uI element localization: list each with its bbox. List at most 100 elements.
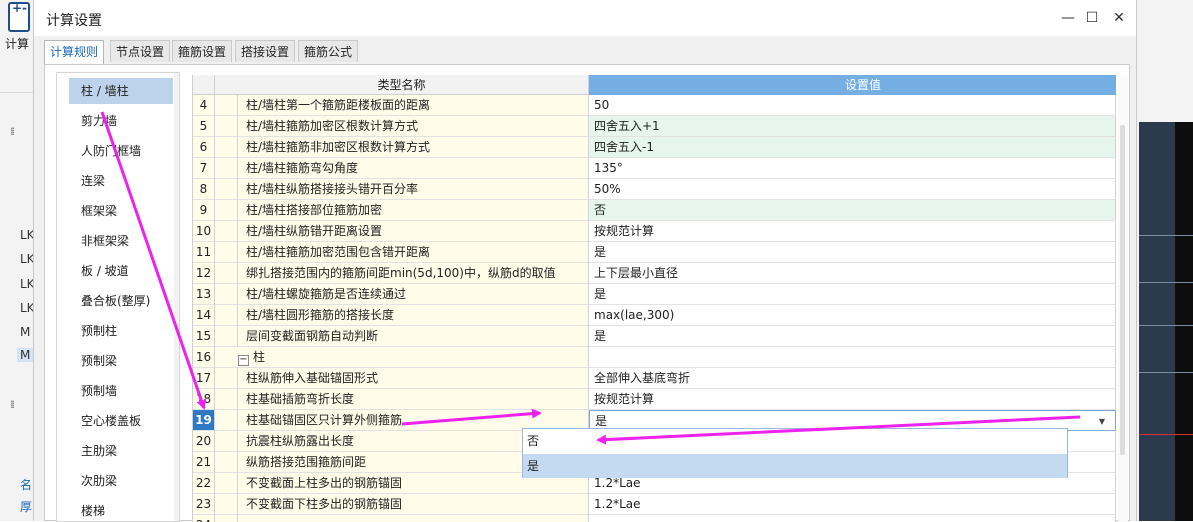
row-setting-value[interactable]: 四舍五入-1	[589, 137, 1116, 158]
row-setting-value[interactable]: 135°	[589, 158, 1116, 179]
grid-header: 类型名称 设置值	[193, 75, 1116, 95]
row-setting-value[interactable]: max(lae,300)	[589, 305, 1116, 326]
category-item[interactable]: 预制柱	[69, 318, 173, 344]
table-row[interactable]: 16 − 柱	[193, 347, 1116, 368]
header-type-name: 类型名称	[215, 75, 589, 95]
chevron-down-icon[interactable]: ▼	[1099, 411, 1105, 432]
row-indent	[215, 473, 238, 494]
row-setting-value[interactable]	[589, 347, 1116, 368]
row-type-name: 柱/墙柱螺旋箍筋是否连续通过	[238, 284, 589, 305]
row-indent	[215, 305, 238, 326]
row-type-name: 柱/墙柱搭接部位箍筋加密	[238, 200, 589, 221]
table-row[interactable]: 17 柱纵筋伸入基础锚固形式 全部伸入基底弯折	[193, 368, 1116, 389]
row-setting-value[interactable]: 50%	[589, 179, 1116, 200]
row-type-name: 柱/墙柱箍筋弯勾角度	[238, 158, 589, 179]
row-number: 17	[193, 368, 215, 389]
background-canvas	[1137, 0, 1193, 521]
category-item[interactable]: 预制梁	[69, 348, 173, 374]
grip-icon[interactable]: ⁞⁞	[10, 125, 15, 138]
dropdown-option-yes[interactable]: 是	[523, 454, 1067, 478]
category-item[interactable]: 预制墙	[69, 378, 173, 404]
row-setting-value[interactable]: 是	[589, 284, 1116, 305]
row-number: 8	[193, 179, 215, 200]
row-setting-value[interactable]: 1.2*Lae	[589, 494, 1116, 515]
dialog-titlebar[interactable]: 计算设置 — ☐ ✕	[34, 0, 1136, 36]
app-calc-icon[interactable]: +-	[8, 1, 30, 32]
row-number: 12	[193, 263, 215, 284]
row-type-name: 柱/墙柱纵筋错开距离设置	[238, 221, 589, 242]
row-indent	[215, 284, 238, 305]
value-dropdown-list: 否 是	[522, 428, 1068, 478]
tab-stirrup-settings[interactable]: 箍筋设置	[172, 40, 233, 62]
row-setting-value[interactable]: 按规范计算	[589, 221, 1116, 242]
table-row[interactable]: 23 不变截面下柱多出的钢筋锚固 1.2*Lae	[193, 494, 1116, 515]
category-item[interactable]: 人防门框墙	[69, 138, 173, 164]
row-indent	[215, 221, 238, 242]
collapse-icon[interactable]: −	[238, 355, 249, 366]
canvas-line	[1139, 372, 1193, 373]
table-row[interactable]: 6 柱/墙柱箍筋非加密区根数计算方式 四舍五入-1	[193, 137, 1116, 158]
category-list: 柱 / 墙柱 剪力墙 人防门框墙 连梁 框架梁 非框架梁 板 / 坡道 叠合板(…	[56, 72, 180, 522]
row-setting-value[interactable]: 是	[589, 326, 1116, 347]
table-row[interactable]: 10 柱/墙柱纵筋错开距离设置 按规范计算	[193, 221, 1116, 242]
header-setting-value: 设置值	[589, 75, 1116, 95]
row-number: 14	[193, 305, 215, 326]
category-item[interactable]: 楼梯	[69, 498, 173, 521]
tab-lap-settings[interactable]: 搭接设置	[235, 40, 296, 62]
row-setting-value[interactable]: 按规范计算	[589, 389, 1116, 410]
category-item[interactable]: 板 / 坡道	[69, 258, 173, 284]
category-item[interactable]: 柱 / 墙柱	[69, 78, 173, 104]
minimize-button[interactable]: —	[1058, 8, 1078, 28]
canvas-line	[1139, 235, 1193, 236]
category-scrollbar[interactable]	[174, 73, 179, 521]
row-number: 19	[193, 410, 215, 431]
tab-calc-rules[interactable]: 计算规则	[44, 40, 105, 65]
table-row[interactable]: 9 柱/墙柱搭接部位箍筋加密否	[193, 200, 1116, 221]
grip-icon[interactable]: ⁞⁞	[10, 398, 15, 411]
table-row[interactable]: 4 柱/墙柱第一个箍筋距楼板面的距离 50	[193, 95, 1116, 116]
calc-label: 计算	[5, 37, 30, 51]
row-type-name: − 柱	[238, 347, 589, 368]
tab-node-settings[interactable]: 节点设置	[110, 40, 171, 62]
row-type-name: 不变截面下柱多出的钢筋锚固	[238, 494, 589, 515]
table-row[interactable]: 13 柱/墙柱螺旋箍筋是否连续通过是	[193, 284, 1116, 305]
row-setting-value[interactable]: 50	[589, 95, 1116, 116]
row-number: 18	[193, 389, 215, 410]
row-number: 23	[193, 494, 215, 515]
row-setting-value[interactable]: 是	[589, 242, 1116, 263]
row-setting-value[interactable]: 否	[589, 200, 1116, 221]
table-row[interactable]: 5 柱/墙柱箍筋加密区根数计算方式 四舍五入+1	[193, 116, 1116, 137]
row-indent	[215, 347, 238, 368]
table-row[interactable]: 18 柱基础插筋弯折长度 按规范计算	[193, 389, 1116, 410]
maximize-button[interactable]: ☐	[1082, 8, 1102, 28]
group-label: 柱	[253, 350, 266, 364]
row-setting-value[interactable]: 上下层最小直径	[589, 263, 1116, 284]
table-row[interactable]: 15 层间变截面钢筋自动判断是	[193, 326, 1116, 347]
row-number: 13	[193, 284, 215, 305]
grid-scrollbar[interactable]	[1118, 75, 1128, 522]
category-item[interactable]: 叠合板(整厚)	[69, 288, 173, 314]
row-type-name: 绑扎搭接范围内的箍筋间距min(5d,100)中，纵筋d的取值	[238, 263, 589, 284]
table-row[interactable]: 8 柱/墙柱纵筋搭接接头错开百分率 50%	[193, 179, 1116, 200]
close-button[interactable]: ✕	[1109, 8, 1129, 28]
row-setting-value[interactable]: 全部伸入基底弯折	[589, 368, 1116, 389]
grid-scrollbar-thumb[interactable]	[1120, 125, 1125, 455]
dialog-title: 计算设置	[46, 13, 102, 29]
row-setting-value[interactable]: 四舍五入+1	[589, 116, 1116, 137]
row-type-name: 柱/墙柱纵筋搭接接头错开百分率	[238, 179, 589, 200]
table-row[interactable]: 12 绑扎搭接范围内的箍筋间距min(5d,100)中，纵筋d的取值 上下层最小直径	[193, 263, 1116, 284]
category-item[interactable]: 主肋梁	[69, 438, 173, 464]
tab-stirrup-formula[interactable]: 箍筋公式	[298, 40, 359, 62]
category-item[interactable]: 剪力墙	[69, 108, 173, 134]
table-row[interactable]: 14 柱/墙柱圆形箍筋的搭接长度 max(lae,300)	[193, 305, 1116, 326]
category-item[interactable]: 空心楼盖板	[69, 408, 173, 434]
dropdown-option-no[interactable]: 否	[523, 429, 1067, 453]
category-item[interactable]: 连梁	[69, 168, 173, 194]
category-item[interactable]: 非框架梁	[69, 228, 173, 254]
table-row[interactable]: 7 柱/墙柱箍筋弯勾角度 135°	[193, 158, 1116, 179]
category-item[interactable]: 框架梁	[69, 198, 173, 224]
category-item[interactable]: 次肋梁	[69, 468, 173, 494]
bg-list-item[interactable]: M	[20, 325, 30, 339]
table-row[interactable]: 11 柱/墙柱箍筋加密范围包含错开距离是	[193, 242, 1116, 263]
row-number: 6	[193, 137, 215, 158]
